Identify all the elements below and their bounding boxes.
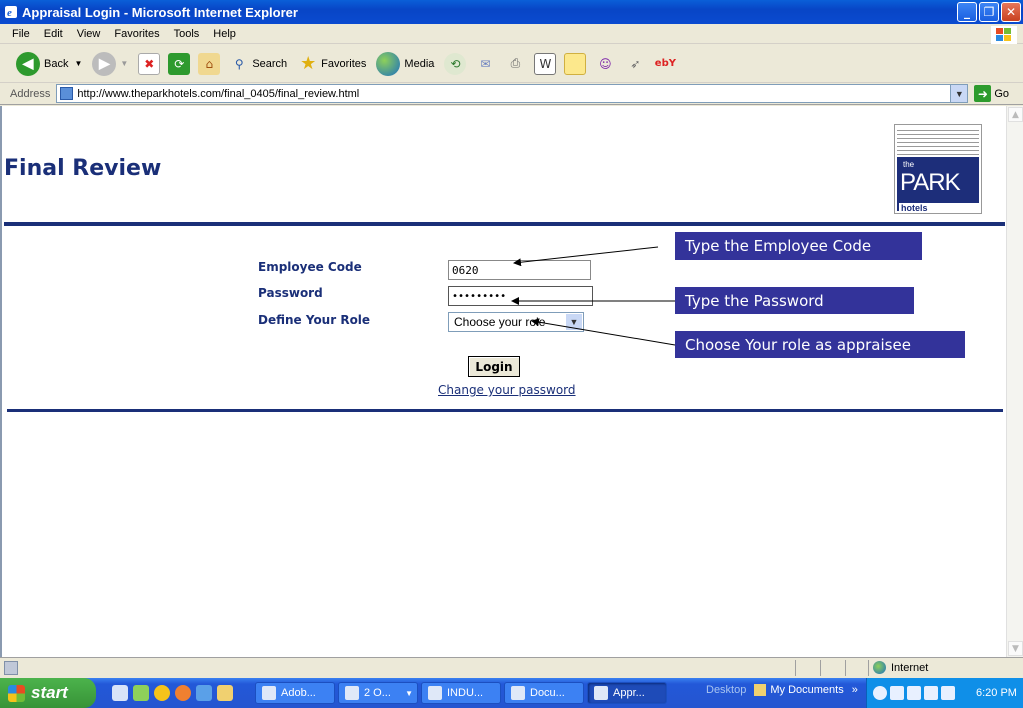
stop-icon[interactable]: ✖ <box>138 52 161 75</box>
task-button[interactable]: 2 O... ▼ <box>338 682 418 704</box>
back-button[interactable]: ◀ Back ▼ <box>16 51 82 76</box>
media-globe-icon <box>376 51 401 76</box>
menu-view[interactable]: View <box>77 28 101 40</box>
menu-help[interactable]: Help <box>213 28 236 40</box>
yahoo-messenger-icon[interactable]: ☺ <box>594 53 616 75</box>
taskbar: start Adob... 2 O... ▼ INDU... Docu... Ap… <box>0 678 1023 708</box>
quicklaunch-icon[interactable] <box>133 685 149 701</box>
task-list: Adob... 2 O... ▼ INDU... Docu... Appr... <box>255 682 667 704</box>
chevron-down-icon[interactable]: ▼ <box>74 59 82 68</box>
desktop-toolbar: Desktop My Documents » <box>706 684 858 697</box>
address-bar: Address http://www.theparkhotels.com/fin… <box>0 83 1023 105</box>
task-button[interactable]: Docu... <box>504 682 584 704</box>
menu-tools[interactable]: Tools <box>174 28 200 40</box>
menu-favorites[interactable]: Favorites <box>114 28 159 40</box>
window-titlebar[interactable]: e Appraisal Login - Microsoft Internet E… <box>0 0 1023 24</box>
ie-icon <box>594 686 608 700</box>
adobe-icon <box>262 686 276 700</box>
history-icon[interactable]: ⟲ <box>444 52 467 75</box>
edit-word-icon[interactable]: W <box>534 52 557 75</box>
favorites-button[interactable]: ★ Favorites <box>297 53 366 75</box>
scroll-up-icon[interactable]: ▲ <box>1008 107 1023 122</box>
forward-arrow-icon: ▶ <box>92 51 117 76</box>
word-icon <box>345 686 359 700</box>
go-arrow-icon: ➜ <box>974 85 992 102</box>
star-icon: ★ <box>300 53 317 73</box>
clock: 6:20 PM <box>976 687 1017 699</box>
folder-icon[interactable] <box>217 685 233 701</box>
svg-text:e: e <box>7 7 12 19</box>
window-title: Appraisal Login - Microsoft Internet Exp… <box>22 4 298 20</box>
go-label: Go <box>994 87 1010 100</box>
start-label: start <box>31 683 68 702</box>
divider <box>7 409 1003 412</box>
mail-icon[interactable]: ✉ <box>474 53 496 75</box>
address-url: http://www.theparkhotels.com/final_0405/… <box>77 87 360 100</box>
forward-button[interactable]: ▶ ▼ <box>92 51 128 76</box>
desktop-link[interactable]: Desktop <box>706 684 746 696</box>
tray-icon[interactable] <box>941 686 955 700</box>
vertical-scrollbar[interactable]: ▲ ▼ <box>1006 106 1023 657</box>
research-icon[interactable]: ➶ <box>624 53 646 75</box>
arrow-employee-code <box>513 246 659 267</box>
arrow-role <box>531 318 676 346</box>
task-button[interactable]: Adob... <box>255 682 335 704</box>
home-icon[interactable]: ⌂ <box>198 52 221 75</box>
menu-edit[interactable]: Edit <box>44 28 63 40</box>
callout-arrows <box>511 246 676 346</box>
search-label: Search <box>252 57 288 70</box>
back-label: Back <box>44 57 69 70</box>
toolbar: ◀ Back ▼ ▶ ▼ ✖ ⟳ ⌂ ⚲ Search ★ Favorites … <box>0 45 1023 83</box>
windows-flag-icon <box>991 26 1017 44</box>
media-label: Media <box>404 57 435 70</box>
quick-launch <box>112 685 233 701</box>
search-icon: ⚲ <box>234 56 244 71</box>
chevron-down-icon[interactable]: ▼ <box>120 59 128 68</box>
document-icon <box>428 686 442 700</box>
address-label: Address <box>10 87 51 100</box>
my-documents-link[interactable]: My Documents <box>754 684 844 697</box>
chevron-down-icon[interactable]: ▼ <box>950 85 968 102</box>
start-button[interactable]: start <box>0 678 96 708</box>
page-status-icon <box>4 660 18 675</box>
chevron-right-icon[interactable]: » <box>852 684 858 696</box>
task-button[interactable]: INDU... <box>421 682 501 704</box>
windows-logo-icon <box>8 684 25 702</box>
minimize-button[interactable]: _ <box>957 2 977 22</box>
page-icon <box>60 87 74 100</box>
menu-bar: File Edit View Favorites Tools Help <box>0 24 1023 44</box>
tray-icon[interactable] <box>907 686 921 700</box>
status-bar: Internet <box>0 657 1023 677</box>
ebay-icon[interactable]: ebY <box>654 53 676 75</box>
page-content: Final Review the PARK hotels Employee Co… <box>0 106 1023 657</box>
discuss-icon[interactable] <box>564 52 587 75</box>
refresh-icon[interactable]: ⟳ <box>168 52 191 75</box>
quicklaunch-icon[interactable] <box>112 685 128 701</box>
ie-icon[interactable] <box>196 685 212 701</box>
print-icon[interactable]: ⎙ <box>504 53 526 75</box>
tray-icon[interactable] <box>890 686 904 700</box>
ie-icon: e <box>5 6 17 19</box>
tray-icon[interactable] <box>924 686 938 700</box>
system-tray: 6:20 PM <box>866 678 1023 708</box>
zone-label: Internet <box>891 661 929 674</box>
media-button[interactable]: Media <box>376 51 435 76</box>
address-input[interactable]: http://www.theparkhotels.com/final_0405/… <box>56 84 969 103</box>
favorites-label: Favorites <box>321 57 367 70</box>
task-button[interactable]: Appr... <box>587 682 667 704</box>
restore-button[interactable]: ❐ <box>979 2 999 22</box>
menu-file[interactable]: File <box>12 28 30 40</box>
go-button[interactable]: ➜ Go <box>974 85 1009 102</box>
security-zone: Internet <box>873 661 928 674</box>
search-button[interactable]: ⚲ Search <box>228 53 287 75</box>
scroll-down-icon[interactable]: ▼ <box>1008 641 1023 656</box>
internet-globe-icon <box>873 661 886 674</box>
quicklaunch-icon[interactable] <box>175 685 191 701</box>
back-arrow-icon: ◀ <box>16 51 40 76</box>
folder-icon <box>754 684 767 697</box>
word-icon <box>511 686 525 700</box>
tray-expand-icon[interactable] <box>873 686 887 700</box>
quicklaunch-icon[interactable] <box>154 685 170 701</box>
close-button[interactable]: ✕ <box>1001 2 1021 22</box>
